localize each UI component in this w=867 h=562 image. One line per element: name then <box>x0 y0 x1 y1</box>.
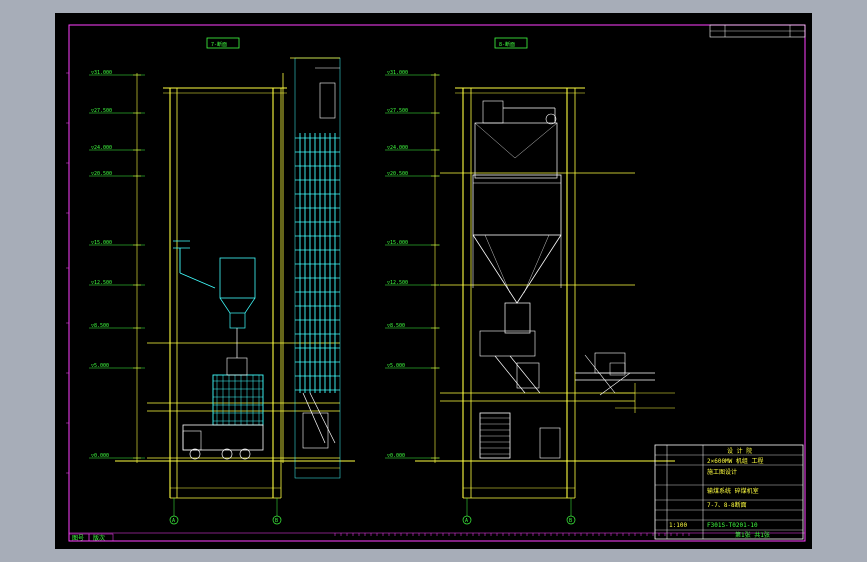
drawing-rect <box>516 362 540 389</box>
drawing-canvas: 图号 版次 7-断面 ▽31.000 ▽27.500 ▽24.000 ▽20.500 ▽15.… <box>66 24 806 542</box>
right-silo-cylinder <box>472 174 562 236</box>
right-crusher <box>479 330 536 357</box>
left-view-title: 7-断面 <box>211 41 227 48</box>
right-silo-cone <box>472 234 562 304</box>
drawing-sheet: 图号 版次 7-断面 ▽31.000 ▽27.500 ▽24.000 ▽20.500 ▽15.… <box>55 13 812 549</box>
drawing-line <box>484 234 511 294</box>
drawing-line <box>219 297 231 314</box>
right-drive-unit <box>482 100 504 124</box>
left-elevation-label: ▽31.000 <box>91 70 112 76</box>
left-elevation-label: ▽27.500 <box>91 108 112 114</box>
left-crusher-body <box>212 374 264 426</box>
left-hopper-outlet <box>229 312 246 329</box>
right-elevation-label: ▽24.000 <box>387 145 408 151</box>
drawing-line <box>244 297 256 314</box>
axis-marker-label: B <box>569 518 572 524</box>
right-elevation-label: ▽31.000 <box>387 70 408 76</box>
title-block-project: 2×600MW 机组 工程 <box>707 457 764 465</box>
right-feeder <box>504 302 531 334</box>
drawing-line <box>523 234 550 294</box>
axis-marker-label: A <box>465 518 468 524</box>
bottom-strip-label: 图号 <box>72 535 84 542</box>
title-block-drawing-name: 输煤系统 碎煤机室 <box>707 487 759 495</box>
right-upper-bin <box>474 122 558 179</box>
cad-viewport: 图号 版次 7-断面 ▽31.000 ▽27.500 ▽24.000 ▽20.500 ▽15.… <box>0 0 867 562</box>
left-elevation-label: ▽8.500 <box>91 323 109 329</box>
right-lower-machine <box>479 412 511 459</box>
axis-marker-label: B <box>275 518 278 524</box>
title-block-company: 设 计 院 <box>727 447 752 455</box>
drawing-line <box>474 122 516 159</box>
axis-marker-label: A <box>172 518 175 524</box>
right-elevation-label: ▽12.500 <box>387 280 408 286</box>
right-lower-box <box>539 427 561 459</box>
left-transport-truck <box>182 424 264 451</box>
left-elevation-label: ▽20.500 <box>91 171 112 177</box>
bottom-strip-label: 版次 <box>93 534 105 542</box>
drawing-line <box>179 272 216 289</box>
border-frame <box>68 24 806 542</box>
left-elevation-label: ▽5.000 <box>91 363 109 369</box>
left-crusher-hood <box>226 357 248 376</box>
title-block-sheet: 第1张 共1张 <box>735 531 770 539</box>
drawing-line <box>509 355 541 394</box>
right-elevation-label: ▽0.000 <box>387 453 405 459</box>
title-block-drawing-no: F301S-T0201-10 <box>707 522 758 529</box>
truck-wheel <box>239 448 251 460</box>
right-view-title: 8-断面 <box>499 41 515 48</box>
right-elevation-label: ▽27.500 <box>387 108 408 114</box>
right-elevation-label: ▽5.000 <box>387 363 405 369</box>
gallery-lower-equipment <box>302 412 329 449</box>
title-block-scale: 1:100 <box>669 522 687 529</box>
truck-wheel <box>221 448 233 460</box>
title-block-drawing-sub: 7-7、8-8断面 <box>707 501 747 509</box>
title-block-phase: 施工图设计 <box>707 468 737 476</box>
right-elevation-label: ▽20.500 <box>387 171 408 177</box>
left-elevation-label: ▽15.000 <box>91 240 112 246</box>
drawing-line <box>514 122 558 159</box>
left-dust-collector <box>219 257 256 299</box>
left-elevation-label: ▽24.000 <box>91 145 112 151</box>
right-elevation-label: ▽15.000 <box>387 240 408 246</box>
gallery-upper-equipment <box>319 82 336 119</box>
left-elevation-label: ▽12.500 <box>91 280 112 286</box>
drawing-line <box>599 372 631 396</box>
right-pulley <box>545 113 557 125</box>
right-elevation-label: ▽8.500 <box>387 323 405 329</box>
drawing-rect <box>182 430 202 451</box>
right-chute <box>494 355 526 394</box>
left-conveyor-gallery <box>294 57 341 479</box>
truck-wheel <box>189 448 201 460</box>
left-elevation-label: ▽0.000 <box>91 453 109 459</box>
